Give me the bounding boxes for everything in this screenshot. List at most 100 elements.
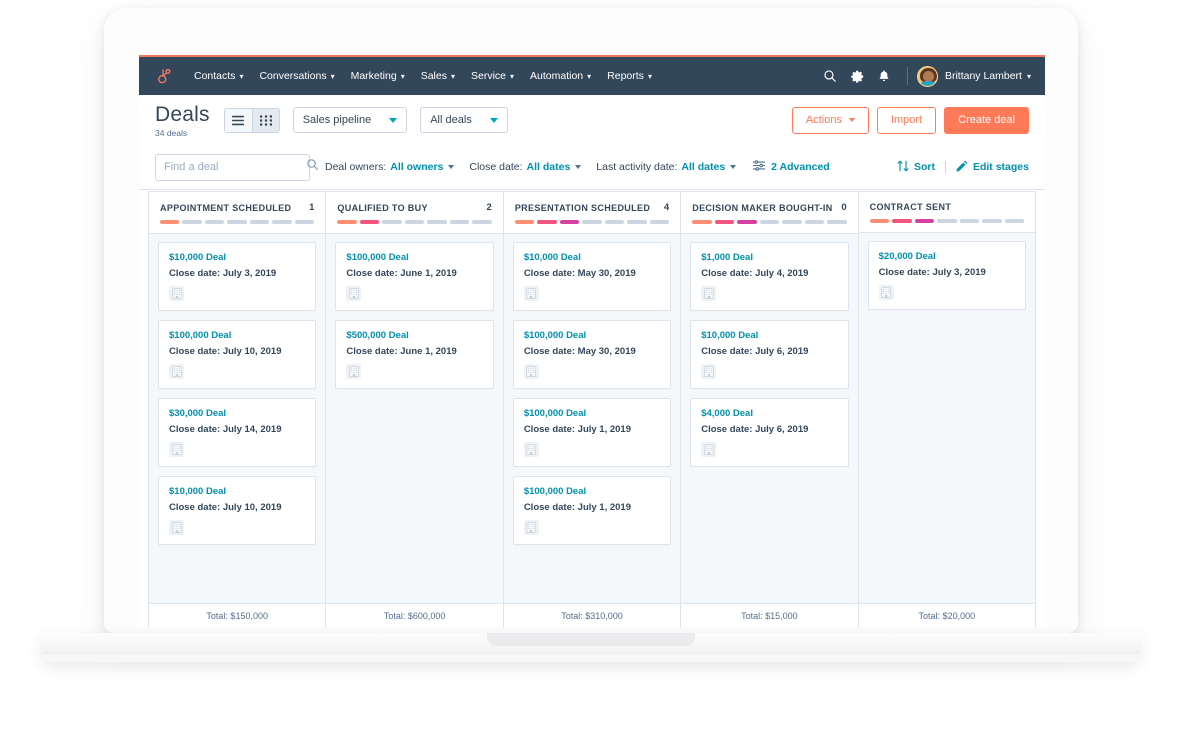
deal-card-title[interactable]: $30,000 Deal	[169, 408, 305, 419]
filter-icon	[752, 160, 766, 174]
chevron-down-icon[interactable]	[448, 165, 455, 169]
deal-card-title[interactable]: $1,000 Deal	[701, 252, 837, 263]
column-card-list: $100,000 Deal Close date: June 1, 2019 $50…	[326, 232, 503, 603]
deal-card-title[interactable]: $100,000 Deal	[524, 408, 660, 419]
board-column: Qualified to buy 2 $100,000 Deal Close date…	[326, 192, 504, 628]
board-view-icon[interactable]	[251, 108, 279, 132]
stage-progress-segment	[782, 220, 802, 224]
deal-card[interactable]: $10,000 Deal Close date: May 30, 2019	[512, 241, 672, 311]
deal-card-close-date: Close date: June 1, 2019	[346, 267, 457, 279]
edit-stages-button[interactable]: Edit stages	[956, 160, 1029, 175]
search-icon[interactable]	[817, 63, 844, 90]
stage-progress-segment	[514, 220, 535, 224]
search-input[interactable]	[164, 161, 306, 173]
stage-progress-segment	[160, 220, 180, 224]
deal-card[interactable]: $100,000 Deal Close date: July 1, 2019	[512, 397, 672, 467]
deal-card-title[interactable]: $100,000 Deal	[524, 486, 660, 497]
list-view-icon[interactable]	[224, 108, 252, 132]
company-building-icon	[169, 519, 184, 535]
deal-card[interactable]: $10,000 Deal Close date: July 6, 2019	[690, 319, 849, 389]
stage-progress-bar	[869, 219, 1025, 223]
column-deal-count: 0	[841, 202, 847, 213]
chevron-down-icon[interactable]: ▾	[1027, 72, 1031, 81]
company-building-icon	[346, 285, 362, 301]
stage-progress-segment	[427, 220, 447, 224]
deals-filter-select[interactable]: All deals	[420, 107, 508, 133]
filter-last-activity-label: Last activity date:	[596, 161, 678, 173]
bell-icon[interactable]	[871, 63, 898, 90]
top-navigation-bar: Contacts ▾ Conversations ▾ Marketing ▾ S…	[139, 55, 1045, 95]
nav-item-marketing[interactable]: Marketing ▾	[343, 57, 413, 95]
gear-icon[interactable]	[844, 63, 871, 90]
deal-card-title[interactable]: $10,000 Deal	[524, 252, 660, 263]
actions-button-label: Actions	[805, 114, 842, 126]
chevron-down-icon[interactable]	[730, 165, 737, 169]
stage-progress-segment	[449, 220, 470, 224]
nav-item-conversations[interactable]: Conversations ▾	[251, 57, 342, 95]
nav-item-sales[interactable]: Sales ▾	[413, 57, 463, 95]
deal-card-title[interactable]: $100,000 Deal	[169, 330, 305, 341]
deal-card-title[interactable]: $10,000 Deal	[701, 330, 837, 341]
stage-progress-segment	[759, 220, 780, 224]
deal-card[interactable]: $100,000 Deal Close date: May 30, 2019	[512, 319, 672, 389]
deal-card-close-date: Close date: July 3, 2019	[878, 266, 986, 278]
filter-close-date-label: Close date:	[469, 161, 523, 173]
chevron-down-icon[interactable]	[575, 165, 582, 169]
advanced-filters-button[interactable]: 2 Advanced	[752, 160, 830, 174]
deals-filter-value: All deals	[430, 114, 472, 126]
deal-card-title[interactable]: $500,000 Deal	[346, 330, 482, 341]
filter-deal-owners-value[interactable]: All owners	[390, 161, 443, 173]
stage-progress-segment	[337, 220, 357, 224]
deal-card-title[interactable]: $100,000 Deal	[524, 330, 660, 341]
laptop-notch	[487, 633, 695, 646]
actions-button[interactable]: Actions	[791, 106, 869, 134]
nav-divider	[906, 67, 908, 85]
deal-card[interactable]: $100,000 Deal Close date: July 1, 2019	[512, 475, 672, 545]
column-header-row: Decision maker bought-in 0	[692, 202, 846, 213]
column-header: Decision maker bought-in 0	[681, 192, 858, 233]
import-button[interactable]: Import	[876, 106, 937, 134]
pipeline-select[interactable]: Sales pipeline	[292, 107, 408, 133]
nav-item-contacts[interactable]: Contacts ▾	[186, 57, 251, 95]
import-button-label: Import	[890, 114, 923, 126]
search-box[interactable]	[155, 153, 318, 181]
stage-progress-segment	[559, 220, 580, 224]
deal-card-title[interactable]: $10,000 Deal	[169, 486, 305, 497]
deal-card[interactable]: $1,000 Deal Close date: July 4, 2019	[690, 241, 849, 311]
nav-right-group: Brittany Lambert ▾	[817, 63, 1045, 90]
nav-item-automation[interactable]: Automation ▾	[522, 57, 599, 95]
deal-card-title[interactable]: $4,000 Deal	[701, 408, 837, 419]
deal-card-title[interactable]: $20,000 Deal	[879, 251, 1015, 262]
deal-card-title[interactable]: $10,000 Deal	[169, 252, 305, 263]
column-card-list: $10,000 Deal Close date: July 3, 2019 $100…	[149, 232, 326, 603]
deal-card[interactable]: $30,000 Deal Close date: July 14, 2019	[158, 397, 317, 467]
deal-card[interactable]: $20,000 Deal Close date: July 3, 2019	[867, 240, 1027, 310]
deal-card[interactable]: $100,000 Deal Close date: July 10, 2019	[158, 319, 317, 389]
pipeline-select-value: Sales pipeline	[302, 114, 372, 126]
create-deal-button-label: Create deal	[958, 114, 1015, 126]
app-screen: Contacts ▾ Conversations ▾ Marketing ▾ S…	[139, 55, 1045, 628]
deal-card-close-date: Close date: July 10, 2019	[169, 501, 282, 513]
column-deal-count: 4	[663, 202, 670, 213]
deal-card[interactable]: $100,000 Deal Close date: June 1, 2019	[335, 241, 494, 311]
create-deal-button[interactable]: Create deal	[944, 106, 1029, 134]
filter-close-date-value[interactable]: All dates	[527, 161, 571, 173]
stage-progress-bar	[337, 220, 492, 224]
search-icon[interactable]	[306, 158, 319, 176]
deal-card[interactable]: $500,000 Deal Close date: June 1, 2019	[335, 319, 494, 389]
deal-card[interactable]: $10,000 Deal Close date: July 10, 2019	[158, 475, 317, 545]
stage-progress-segment	[359, 220, 380, 224]
filter-last-activity-value[interactable]: All dates	[681, 161, 725, 173]
deal-card[interactable]: $10,000 Deal Close date: July 3, 2019	[158, 241, 317, 311]
deal-card[interactable]: $4,000 Deal Close date: July 6, 2019	[690, 397, 849, 467]
company-building-icon	[169, 441, 184, 457]
nav-item-reports[interactable]: Reports ▾	[599, 57, 660, 95]
nav-item-service[interactable]: Service ▾	[463, 57, 522, 95]
avatar[interactable]	[916, 65, 938, 87]
sort-button[interactable]: Sort	[897, 160, 935, 175]
user-name-label: Brittany Lambert	[944, 70, 1022, 82]
column-total: Total: $150,000	[149, 603, 326, 628]
deal-card-title[interactable]: $100,000 Deal	[346, 252, 482, 263]
hubspot-sprocket-icon[interactable]	[154, 67, 173, 86]
company-building-icon	[701, 441, 717, 457]
